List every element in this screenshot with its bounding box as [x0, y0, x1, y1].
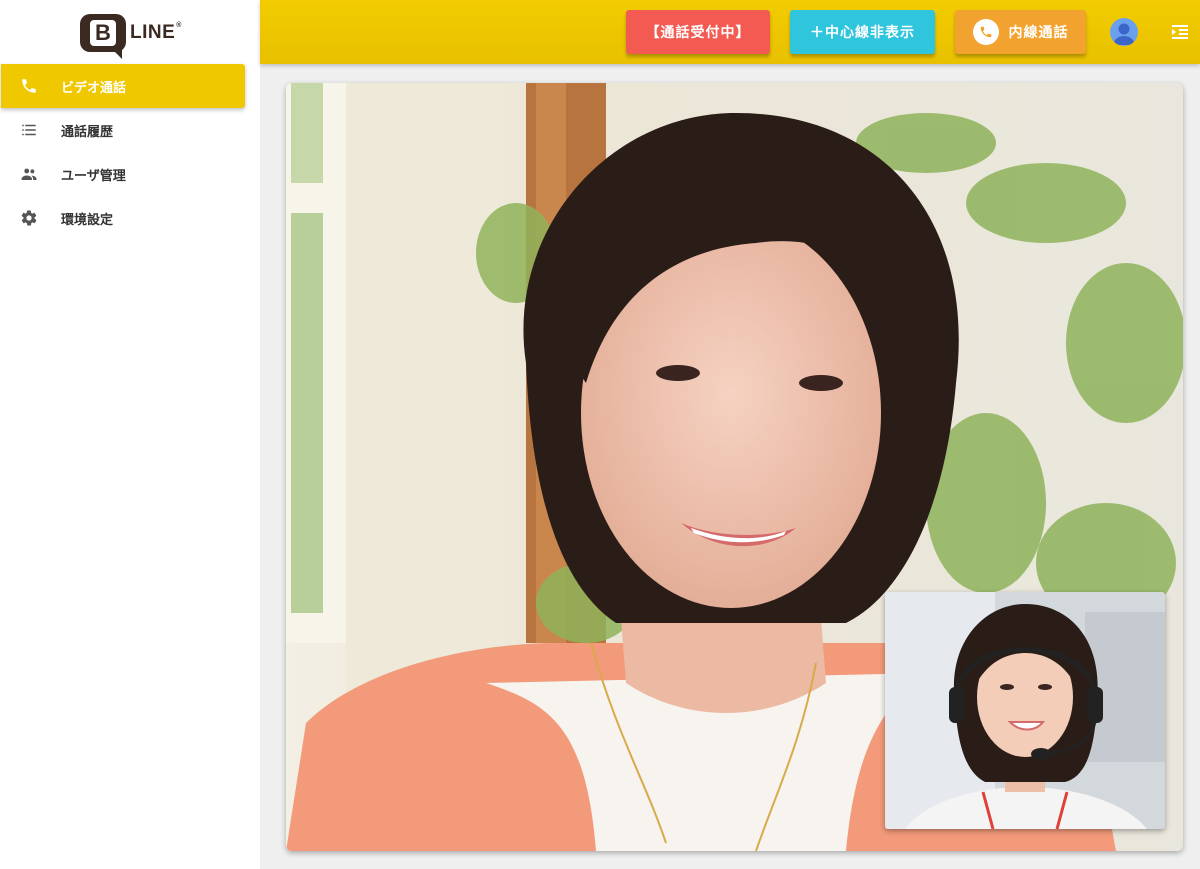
phone-icon	[972, 19, 999, 45]
sidebar-item-label: 通話履歴	[61, 124, 114, 140]
self-view-video[interactable]	[885, 592, 1165, 829]
internal-call-button[interactable]: 内線通話	[955, 10, 1086, 54]
top-header: 【通話受付中】 ＋中心線非表示 内線通話	[260, 0, 1200, 64]
sidebar-item-video-call[interactable]: ビデオ通話	[1, 64, 245, 108]
people-icon	[19, 164, 39, 184]
sidebar-item-call-history[interactable]: 通話履歴	[1, 108, 245, 152]
hide-center-line-button[interactable]: ＋中心線非表示	[790, 10, 935, 54]
sidebar-item-label: ユーザ管理	[61, 168, 126, 184]
menu-toggle-icon[interactable]	[1170, 22, 1190, 42]
sidebar-item-label: ビデオ通話	[61, 80, 127, 96]
sidebar-item-label: 環境設定	[61, 212, 114, 228]
registered-mark: ®	[176, 22, 182, 29]
logo-text-value: LINE	[130, 22, 176, 43]
sidebar-nav: ビデオ通話 通話履歴 ユーザ管理 環境設定	[0, 64, 260, 240]
list-icon	[19, 120, 39, 140]
logo-mark: B	[80, 14, 126, 59]
user-avatar-icon[interactable]	[1110, 18, 1138, 46]
sidebar-item-settings[interactable]: 環境設定	[1, 196, 245, 240]
sidebar: B LINE® ビデオ通話 通話履歴 ユーザ管理 環境設定	[0, 0, 260, 869]
logo-letter: B	[90, 20, 116, 46]
self-view-image	[885, 592, 1165, 829]
gear-icon	[19, 208, 39, 228]
brand-logo[interactable]: B LINE®	[80, 12, 190, 59]
internal-call-label: 内線通話	[1008, 25, 1069, 41]
phone-icon	[19, 76, 39, 96]
logo-text: LINE®	[130, 22, 182, 44]
call-accepting-button[interactable]: 【通話受付中】	[626, 10, 770, 54]
sidebar-item-user-management[interactable]: ユーザ管理	[1, 152, 245, 196]
